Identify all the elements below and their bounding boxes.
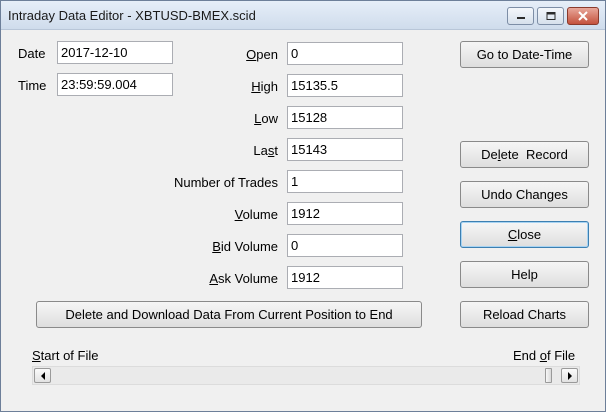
arrow-right-icon <box>567 371 572 380</box>
scroll-right-button[interactable] <box>561 368 578 383</box>
open-label: Open <box>246 47 278 62</box>
undo-changes-button[interactable]: Undo Changes <box>460 181 589 208</box>
minimize-button[interactable] <box>507 7 534 25</box>
maximize-icon <box>546 12 555 20</box>
arrow-left-icon <box>40 371 45 380</box>
close-icon <box>578 11 588 21</box>
bid-volume-label: Bid Volume <box>212 239 278 254</box>
number-of-trades-label: Number of Trades <box>173 175 278 190</box>
high-field[interactable]: 15135.5 <box>287 74 403 97</box>
ask-volume-field[interactable]: 1912 <box>287 266 403 289</box>
delete-and-download-button[interactable]: Delete and Download Data From Current Po… <box>36 301 422 328</box>
reload-charts-button[interactable]: Reload Charts <box>460 301 589 328</box>
date-label: Date <box>18 46 46 61</box>
high-label: High <box>251 79 278 94</box>
window-title: Intraday Data Editor - XBTUSD-BMEX.scid <box>8 8 256 23</box>
minimize-icon <box>516 17 525 19</box>
close-window-button[interactable] <box>567 7 599 25</box>
last-label: Last <box>253 143 278 158</box>
volume-field[interactable]: 1912 <box>287 202 403 225</box>
file-position-scrollbar[interactable] <box>32 366 580 385</box>
volume-label: Volume <box>234 207 278 222</box>
time-label: Time <box>18 78 47 93</box>
start-of-file-label: Start of File <box>32 348 99 363</box>
delete-record-button[interactable]: De l ete Record <box>460 141 589 168</box>
ask-volume-label: Ask Volume <box>209 271 278 286</box>
end-of-file-label: End of File <box>513 348 576 363</box>
intraday-data-editor-window: Intraday Data Editor - XBTUSD-BMEX.scid … <box>0 0 606 412</box>
scroll-thumb[interactable] <box>545 368 553 383</box>
last-field[interactable]: 15143 <box>287 138 403 161</box>
scroll-left-button[interactable] <box>34 368 51 383</box>
maximize-button[interactable] <box>537 7 564 25</box>
editor-client-area: Date 2017-12-10 Time 23:59:59.004 Open 0… <box>1 31 605 411</box>
low-label: Low <box>254 111 278 126</box>
go-to-date-time-button[interactable]: Go to Date-Time <box>460 41 589 68</box>
low-field[interactable]: 15128 <box>287 106 403 129</box>
open-field[interactable]: 0 <box>287 42 403 65</box>
title-bar[interactable]: Intraday Data Editor - XBTUSD-BMEX.scid <box>1 1 605 30</box>
close-button[interactable]: Close <box>460 221 589 248</box>
help-button[interactable]: Help <box>460 261 589 288</box>
bid-volume-field[interactable]: 0 <box>287 234 403 257</box>
number-of-trades-field[interactable]: 1 <box>287 170 403 193</box>
